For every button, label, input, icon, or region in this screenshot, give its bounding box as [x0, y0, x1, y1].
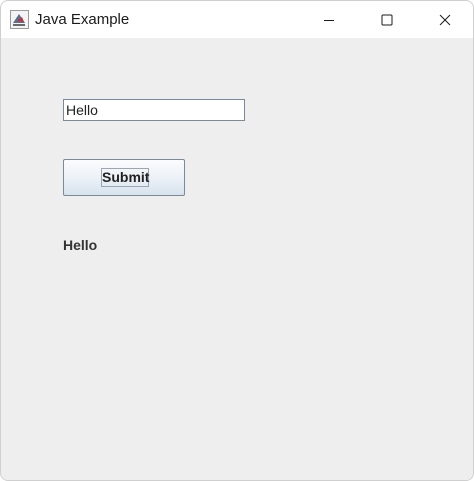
submit-button[interactable]: Submit [63, 159, 185, 196]
close-button[interactable] [417, 1, 473, 38]
minimize-icon [324, 19, 334, 21]
title-bar[interactable]: Java Example [1, 1, 473, 38]
submit-button-label: Submit [101, 168, 150, 187]
content-panel: Submit Hello [1, 38, 473, 480]
window-title: Java Example [35, 11, 130, 28]
app-window: Java Example Submit Hello [0, 0, 474, 481]
maximize-button[interactable] [359, 1, 415, 38]
minimize-button[interactable] [301, 1, 357, 38]
close-icon [439, 14, 451, 25]
maximize-icon [381, 14, 393, 25]
output-label: Hello [63, 237, 98, 253]
java-cup-icon [10, 10, 29, 29]
text-input[interactable] [63, 99, 245, 121]
